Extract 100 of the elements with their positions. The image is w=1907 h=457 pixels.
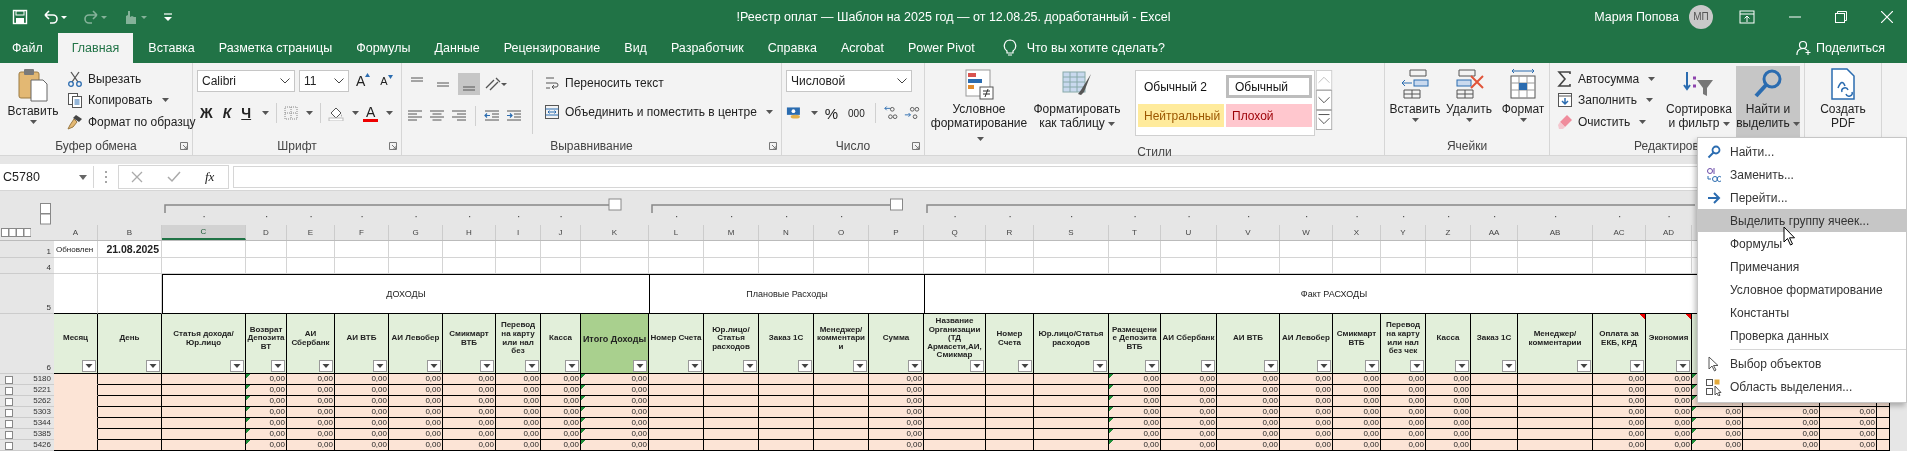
increase-indent-icon[interactable]: [505, 109, 523, 123]
ribbon-tab[interactable]: Power Pivot: [895, 33, 987, 63]
caret-icon[interactable]: [352, 111, 360, 115]
column-header[interactable]: AB: [1518, 225, 1593, 240]
font-color-button[interactable]: A: [363, 104, 379, 122]
menu-item[interactable]: Константы: [1698, 301, 1906, 324]
save-icon[interactable]: [12, 8, 28, 25]
cell-style-option[interactable]: Плохой: [1226, 104, 1312, 127]
filter-dropdown-button[interactable]: [908, 360, 922, 372]
cell-style-option[interactable]: Обычный: [1226, 75, 1312, 98]
ribbon-tab[interactable]: Разметка страницы: [206, 33, 345, 63]
share-button[interactable]: Поделиться: [1795, 33, 1907, 63]
cut-button[interactable]: Вырезать: [64, 68, 199, 90]
shrink-font-button[interactable]: A: [377, 75, 396, 87]
column-header[interactable]: J: [541, 225, 581, 240]
ribbon-display-icon[interactable]: [1739, 9, 1755, 24]
filter-dropdown-button[interactable]: [1577, 360, 1591, 372]
thousands-button[interactable]: 000: [845, 107, 868, 119]
column-header[interactable]: A: [54, 225, 98, 240]
filter-dropdown-button[interactable]: [319, 360, 333, 372]
more-styles-icon[interactable]: [1315, 110, 1333, 130]
filter-dropdown-button[interactable]: [1455, 360, 1469, 372]
caret-icon[interactable]: [306, 111, 314, 115]
outline-box-icon[interactable]: [5, 398, 13, 406]
column-header[interactable]: X: [1333, 225, 1381, 240]
filter-dropdown-button[interactable]: [1630, 360, 1644, 372]
menu-item[interactable]: Условное форматирование: [1698, 278, 1906, 301]
ribbon-tab[interactable]: Рецензирование: [491, 33, 613, 63]
filter-dropdown-button[interactable]: [1502, 360, 1516, 372]
outline-box-icon[interactable]: [5, 387, 13, 395]
column-header[interactable]: AC: [1593, 225, 1646, 240]
filter-dropdown-button[interactable]: [271, 360, 285, 372]
grow-font-button[interactable]: A: [353, 73, 374, 89]
column-header[interactable]: G: [389, 225, 443, 240]
filter-dropdown-button[interactable]: [1018, 360, 1032, 372]
decrease-indent-icon[interactable]: [483, 109, 501, 123]
format-cells-button[interactable]: Формат: [1497, 66, 1549, 137]
bold-button[interactable]: Ж: [197, 105, 216, 121]
filter-dropdown-button[interactable]: [853, 360, 867, 372]
filter-dropdown-button[interactable]: [1093, 360, 1107, 372]
column-header[interactable]: O: [814, 225, 869, 240]
insert-cells-button[interactable]: Вставить: [1389, 66, 1441, 137]
caret-icon[interactable]: [810, 111, 818, 115]
column-header[interactable]: Y: [1381, 225, 1426, 240]
column-header[interactable]: S: [1034, 225, 1109, 240]
find-select-button[interactable]: Найти и выделить: [1736, 66, 1800, 137]
copy-button[interactable]: Копировать: [64, 90, 199, 111]
column-header[interactable]: Q: [924, 225, 986, 240]
autosum-button[interactable]: Автосумма: [1554, 68, 1662, 90]
filter-dropdown-button[interactable]: [82, 360, 96, 372]
ribbon-tab[interactable]: Данные: [422, 33, 492, 63]
decrease-decimal-icon[interactable]: [903, 105, 920, 121]
conditional-formatting-button[interactable]: Условное форматирование: [929, 66, 1029, 146]
column-header[interactable]: I: [496, 225, 541, 240]
sort-filter-button[interactable]: Сортировка и фильтр: [1664, 66, 1734, 137]
caret-icon[interactable]: [262, 111, 270, 115]
ribbon-tab[interactable]: Справка: [755, 33, 829, 63]
column-header[interactable]: AD: [1646, 225, 1692, 240]
menu-item[interactable]: Выбор объектов: [1698, 352, 1906, 375]
underline-button[interactable]: Ч: [238, 105, 255, 121]
merge-center-button[interactable]: Объединить и поместить в центре: [541, 101, 776, 122]
create-pdf-button[interactable]: Создать PDF: [1809, 66, 1877, 137]
filter-dropdown-button[interactable]: [743, 360, 757, 372]
row-number[interactable]: 5: [46, 303, 51, 313]
format-as-table-button[interactable]: Форматировать как таблицу: [1031, 66, 1123, 146]
dialog-launcher-icon[interactable]: [769, 142, 777, 150]
menu-item[interactable]: Проверка данных: [1698, 324, 1906, 347]
outline-box-icon[interactable]: [5, 442, 13, 450]
font-size-field[interactable]: 11: [299, 70, 349, 92]
ribbon-tab[interactable]: Формулы: [344, 33, 423, 63]
outline-box-icon[interactable]: [5, 409, 13, 417]
column-header[interactable]: L: [649, 225, 704, 240]
outline-box-icon[interactable]: [5, 376, 13, 384]
filter-dropdown-button[interactable]: [230, 360, 244, 372]
filter-dropdown-button[interactable]: [1365, 360, 1379, 372]
row-number[interactable]: 5426: [33, 440, 51, 450]
ribbon-tab[interactable]: Файл: [0, 33, 55, 63]
lightbulb-icon[interactable]: [1002, 39, 1017, 57]
fill-color-icon[interactable]: [328, 105, 345, 121]
filter-dropdown-button[interactable]: [970, 360, 984, 372]
column-header[interactable]: D: [246, 225, 287, 240]
menu-item[interactable]: Примечания: [1698, 255, 1906, 278]
filter-dropdown-button[interactable]: [565, 360, 579, 372]
ribbon-tab[interactable]: Acrobat: [828, 33, 896, 63]
filter-dropdown-button[interactable]: [146, 360, 160, 372]
menu-item[interactable]: Формулы: [1698, 232, 1906, 255]
percent-button[interactable]: %: [821, 104, 842, 122]
menu-item[interactable]: Выделить группу ячеек...: [1698, 209, 1906, 232]
filter-dropdown-button[interactable]: [1317, 360, 1331, 372]
cell-style-option[interactable]: Нейтральный: [1138, 104, 1224, 127]
undo-icon[interactable]: [42, 8, 68, 25]
filter-dropdown-button[interactable]: [1201, 360, 1215, 372]
filter-dropdown-button[interactable]: [427, 360, 441, 372]
outline-box-icon[interactable]: [5, 431, 13, 439]
filter-dropdown-button[interactable]: [1264, 360, 1278, 372]
column-header[interactable]: T: [1109, 225, 1161, 240]
ribbon-tab[interactable]: Вставка: [136, 33, 207, 63]
row-level-buttons-icon[interactable]: [40, 203, 52, 225]
close-icon[interactable]: [1881, 10, 1893, 23]
wrap-text-button[interactable]: Переносить текст: [541, 72, 776, 93]
